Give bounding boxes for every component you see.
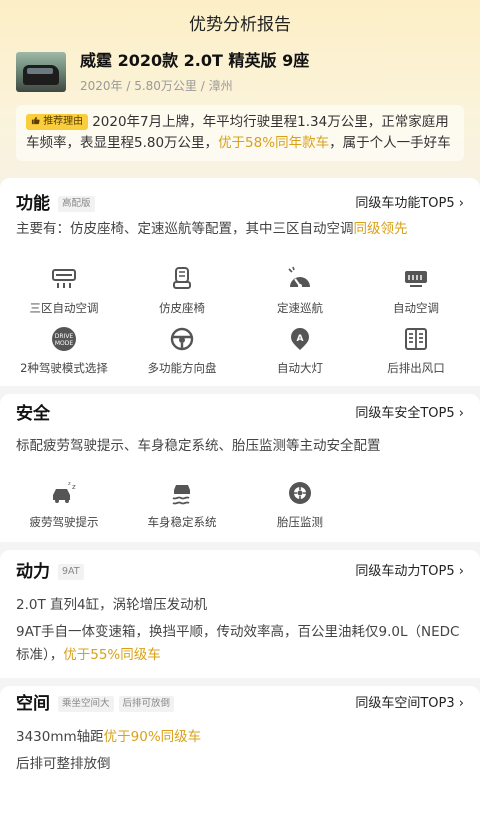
feature-item: 后排出风口 (356, 326, 476, 376)
function-desc: 主要有：仿皮座椅、定速巡航等配置，其中三区自动空调同级领先 (16, 221, 408, 237)
function-top5-link[interactable]: 同级车功能TOP5 › (355, 192, 464, 216)
safety-desc: 标配疲劳驾驶提示、车身稳定系统、胎压监测等主动安全配置 (16, 438, 381, 454)
car-meta: 2020年 / 5.80万公里 / 漳州 (80, 79, 233, 93)
space-title: 空间 (16, 694, 50, 714)
page-title: 优势分析报告 (189, 15, 291, 35)
power-card: 动力 9AT 同级车动力TOP5 › 2.0T 直列4缸，涡轮增压发动机 9AT… (0, 550, 480, 678)
power-tag: 9AT (58, 564, 84, 580)
rear-vent-icon (405, 328, 427, 350)
car-name: 威霆 2020款 2.0T 精英版 9座 (80, 51, 310, 70)
power-title: 动力 (16, 562, 50, 582)
svg-text:DRIVE: DRIVE (55, 333, 74, 340)
feature-item: 仿皮座椅 (122, 266, 242, 316)
tire-pressure-icon (289, 482, 311, 504)
space-wheelbase: 3430mm轴距优于90%同级车 (16, 729, 202, 745)
feature-item: 车身稳定系统 (122, 480, 242, 530)
svg-text:z: z (72, 483, 76, 491)
power-engine: 2.0T 直列4缸，涡轮增压发动机 (16, 597, 208, 613)
auto-headlight-icon: A (291, 328, 309, 350)
recommend-reason-tag: 推荐理由 (26, 114, 89, 130)
feature-item: A 自动大灯 (240, 326, 360, 376)
svg-text:A: A (297, 334, 304, 344)
car-summary[interactable]: 威霆 2020款 2.0T 精英版 9座 2020年 / 5.80万公里 / 漳… (16, 51, 310, 94)
power-top5-link[interactable]: 同级车动力TOP5 › (355, 560, 464, 584)
svg-text:z: z (68, 481, 71, 487)
svg-text:MODE: MODE (55, 340, 74, 347)
chevron-right-icon: › (458, 696, 464, 711)
feature-item: zz 疲劳驾驶提示 (29, 481, 99, 529)
fatigue-alert-icon: zz (53, 481, 76, 503)
seat-icon (173, 267, 191, 289)
chevron-right-icon: › (458, 406, 464, 421)
feature-item: 定速巡航 (240, 266, 360, 316)
safety-card: 安全 同级车安全TOP5 › 标配疲劳驾驶提示、车身稳定系统、胎压监测等主动安全… (0, 394, 480, 542)
power-transmission: 9AT手自一体变速箱，换挡平顺，传动效率高，百公里油耗仅9.0L（NEDC标准）… (16, 624, 460, 663)
steering-wheel-icon (170, 327, 194, 351)
drive-mode-icon: DRIVEMODE (52, 327, 76, 351)
feature-item: 自动空调 (356, 266, 476, 316)
recommend-reason: 推荐理由 2020年7月上牌，年平均行驶里程1.34万公里，正常家庭用车频率，表… (16, 105, 464, 161)
cruise-control-icon (288, 266, 310, 288)
feature-item: 胎压监测 (240, 480, 360, 530)
recommend-reason-highlight: 优于58%同年款车 (218, 135, 330, 151)
safety-top5-link[interactable]: 同级车安全TOP5 › (355, 402, 464, 426)
function-card: 功能 高配版 同级车功能TOP5 › 主要有：仿皮座椅、定速巡航等配置，其中三区… (0, 178, 480, 386)
ac-vent-icon (52, 269, 76, 288)
report-header: 优势分析报告 威霆 2020款 2.0T 精英版 9座 2020年 / 5.80… (0, 0, 480, 200)
stability-control-icon (172, 485, 190, 505)
recommend-reason-text-end: ，属于个人一手好车 (329, 135, 451, 151)
space-tag: 后排可放倒 (118, 696, 175, 712)
feature-item: 多功能方向盘 (122, 326, 242, 376)
space-tag: 乘坐空间大 (58, 696, 114, 712)
space-top3-link[interactable]: 同级车空间TOP3 › (355, 692, 464, 716)
feature-item: 三区自动空调 (4, 266, 124, 316)
auto-ac-icon (405, 271, 427, 287)
chevron-right-icon: › (458, 564, 464, 579)
safety-title: 安全 (16, 404, 50, 424)
thumbs-up-icon (31, 116, 40, 125)
chevron-right-icon: › (458, 196, 464, 211)
feature-item: DRIVE MODE 2种驾驶模式选择 (4, 326, 124, 376)
function-title: 功能 (16, 194, 50, 214)
function-tag: 高配版 (58, 196, 95, 212)
space-card: 空间 乘坐空间大 后排可放倒 同级车空间TOP3 › 3430mm轴距优于90%… (0, 686, 480, 834)
car-thumbnail (16, 52, 66, 92)
space-rear-seat: 后排可整排放倒 (16, 756, 111, 772)
